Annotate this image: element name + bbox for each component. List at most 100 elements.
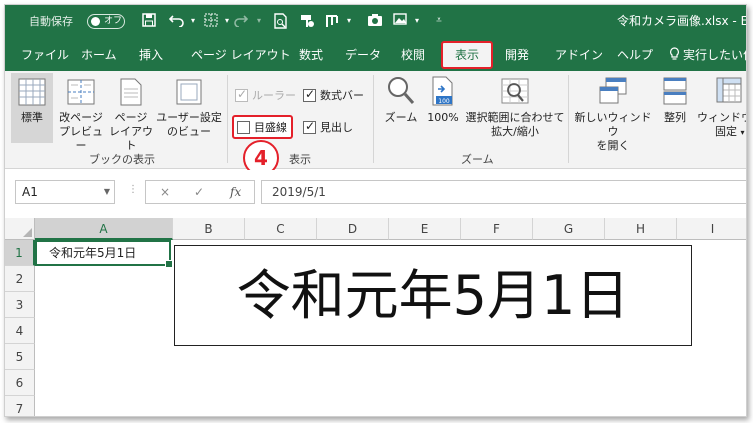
undo-dropdown-icon[interactable]: ▾ bbox=[185, 13, 201, 29]
zoom-button[interactable]: ズーム bbox=[381, 73, 421, 147]
tell-me-lightbulb-icon[interactable] bbox=[669, 42, 680, 68]
tab-addins[interactable]: アドイン bbox=[555, 42, 603, 68]
column-header-f[interactable]: F bbox=[461, 218, 533, 240]
gridlines-checkbox[interactable]: 目盛線 bbox=[232, 115, 293, 139]
column-header-h[interactable]: H bbox=[605, 218, 677, 240]
customize-icon[interactable]: ⩡ bbox=[431, 13, 447, 29]
column-header-b[interactable]: B bbox=[173, 218, 245, 240]
zoom-selection-label-1: 選択範囲に合わせて bbox=[465, 111, 565, 124]
zoom-100-label: 100% bbox=[427, 111, 459, 124]
tab-help[interactable]: ヘルプ bbox=[617, 42, 653, 68]
redo-dropdown-icon[interactable]: ▾ bbox=[251, 13, 267, 29]
freeze-panes-button[interactable]: ウィンドウ枠 固定 ▾ bbox=[697, 73, 746, 147]
autosave-state: オフ bbox=[104, 16, 123, 26]
custom-views-button[interactable]: ユーザー設定 のビュー bbox=[155, 73, 223, 147]
tab-page-layout[interactable]: ページ レイアウト bbox=[191, 42, 291, 68]
row-header-5[interactable]: 5 bbox=[5, 344, 35, 370]
column-header-a[interactable]: A bbox=[35, 218, 173, 240]
tab-insert[interactable]: 挿入 bbox=[139, 42, 163, 68]
page-layout-label-1: ページ bbox=[114, 111, 148, 124]
formula-input[interactable]: 2019/5/1 bbox=[261, 180, 746, 204]
name-box-dropdown-icon[interactable]: ▼ bbox=[104, 181, 110, 203]
column-header-i[interactable]: I bbox=[677, 218, 746, 240]
ruler-checkbox[interactable]: ルーラー bbox=[235, 87, 296, 103]
headings-checkbox[interactable]: 見出し bbox=[303, 119, 353, 135]
format-painter-icon[interactable] bbox=[299, 13, 315, 29]
row-header-1[interactable]: 1 bbox=[5, 240, 35, 266]
tab-home[interactable]: ホーム bbox=[81, 42, 117, 68]
excel-window: 自動保存 オフ ▾ ▾ ▾ ▾ ▾ ⩡ 令和カメラ画像.xlsx - Ex ファ… bbox=[4, 4, 747, 417]
magnifier-icon bbox=[388, 77, 415, 104]
page-layout-icon bbox=[120, 78, 142, 106]
picture-dropdown-icon[interactable]: ▾ bbox=[409, 13, 425, 29]
camera-picture[interactable]: 令和元年5月1日 bbox=[174, 245, 692, 346]
cancel-icon[interactable]: × bbox=[160, 185, 170, 199]
tab-view[interactable]: 表示 bbox=[441, 41, 494, 69]
new-window-label-2: を開く bbox=[596, 139, 630, 152]
save-icon[interactable] bbox=[141, 13, 157, 29]
freeze-label-2: 固定 ▾ bbox=[697, 125, 746, 140]
column-header-c[interactable]: C bbox=[245, 218, 317, 240]
zoom-100-button[interactable]: 100 100% bbox=[423, 73, 463, 147]
ribbon-view: 標準 改ページ プレビュー ページ レイアウト ユーザー設定 のビュー ブックの… bbox=[5, 71, 746, 169]
page-break-label-2: プレビュー bbox=[59, 125, 103, 152]
tell-me-search[interactable]: 実行したい作 bbox=[683, 42, 746, 68]
zoom-selection-label-2: 拡大/縮小 bbox=[491, 125, 539, 138]
cell-a1[interactable]: 令和元年5月1日 bbox=[35, 240, 173, 268]
tab-data[interactable]: データ bbox=[345, 42, 381, 68]
column-header-g[interactable]: G bbox=[533, 218, 605, 240]
page-break-preview-button[interactable]: 改ページ プレビュー bbox=[57, 73, 105, 152]
formula-bar: A1 ▼ ⋮ × ✓ fx 2019/5/1 bbox=[5, 170, 746, 218]
picture-icon[interactable] bbox=[393, 13, 409, 29]
autosave-toggle[interactable]: オフ bbox=[87, 14, 125, 29]
select-all-corner[interactable] bbox=[5, 218, 35, 240]
tab-developer[interactable]: 開発 bbox=[505, 42, 529, 68]
insert-function-icon[interactable]: fx bbox=[230, 185, 241, 199]
enter-icon[interactable]: ✓ bbox=[194, 185, 204, 199]
name-box[interactable]: A1 ▼ bbox=[15, 180, 115, 204]
pivot-icon[interactable] bbox=[325, 13, 341, 29]
undo-icon[interactable] bbox=[168, 13, 185, 29]
zoom-label: ズーム bbox=[384, 111, 418, 124]
row-header-7[interactable]: 7 bbox=[5, 396, 35, 416]
new-window-button[interactable]: 新しいウィンドウ を開く bbox=[573, 73, 653, 152]
zoom-selection-icon bbox=[501, 78, 529, 104]
zoom-to-selection-button[interactable]: 選択範囲に合わせて 拡大/縮小 bbox=[465, 73, 565, 147]
tab-review[interactable]: 校閲 bbox=[401, 42, 425, 68]
gridlines-checkbox-box bbox=[237, 120, 250, 134]
row-header-3[interactable]: 3 bbox=[5, 292, 35, 318]
headings-checkbox-box bbox=[303, 119, 316, 134]
page-break-label-1: 改ページ bbox=[59, 111, 103, 124]
row-header-4[interactable]: 4 bbox=[5, 318, 35, 344]
normal-view-button[interactable]: 標準 bbox=[11, 73, 53, 143]
custom-views-label-2: のビュー bbox=[167, 125, 211, 138]
page-layout-view-button[interactable]: ページ レイアウト bbox=[107, 73, 155, 152]
arrange-all-button[interactable]: 整列 bbox=[657, 73, 693, 147]
gridlines-label: 目盛線 bbox=[254, 121, 287, 134]
formula-bar-label: 数式バー bbox=[320, 89, 364, 102]
column-header-d[interactable]: D bbox=[317, 218, 389, 240]
tab-file[interactable]: ファイル bbox=[21, 42, 69, 68]
column-header-e[interactable]: E bbox=[389, 218, 461, 240]
freeze-panes-icon bbox=[716, 77, 742, 103]
formula-buttons: × ✓ fx bbox=[145, 180, 255, 204]
pivot-dropdown-icon[interactable]: ▾ bbox=[341, 13, 357, 29]
arrange-label: 整列 bbox=[664, 111, 686, 124]
formula-bar-checkbox-box bbox=[303, 87, 316, 102]
row-header-2[interactable]: 2 bbox=[5, 266, 35, 292]
page-layout-label-2: レイアウト bbox=[109, 125, 153, 152]
formula-bar-checkbox[interactable]: 数式バー bbox=[303, 87, 364, 103]
print-preview-icon[interactable] bbox=[273, 13, 289, 29]
group-separator bbox=[227, 75, 228, 163]
custom-views-icon bbox=[176, 79, 202, 105]
row-header-6[interactable]: 6 bbox=[5, 370, 35, 396]
redo-icon[interactable] bbox=[233, 13, 249, 29]
freeze-label-1: ウィンドウ枠 bbox=[697, 111, 746, 124]
zoom-100-icon: 100 bbox=[432, 76, 453, 106]
group-separator bbox=[568, 75, 569, 163]
tab-formulas[interactable]: 数式 bbox=[299, 42, 323, 68]
camera-icon[interactable] bbox=[367, 13, 383, 29]
freeze-dropdown-icon: ▾ bbox=[740, 128, 745, 137]
new-window-icon bbox=[599, 77, 627, 104]
borders-icon[interactable] bbox=[203, 13, 219, 29]
